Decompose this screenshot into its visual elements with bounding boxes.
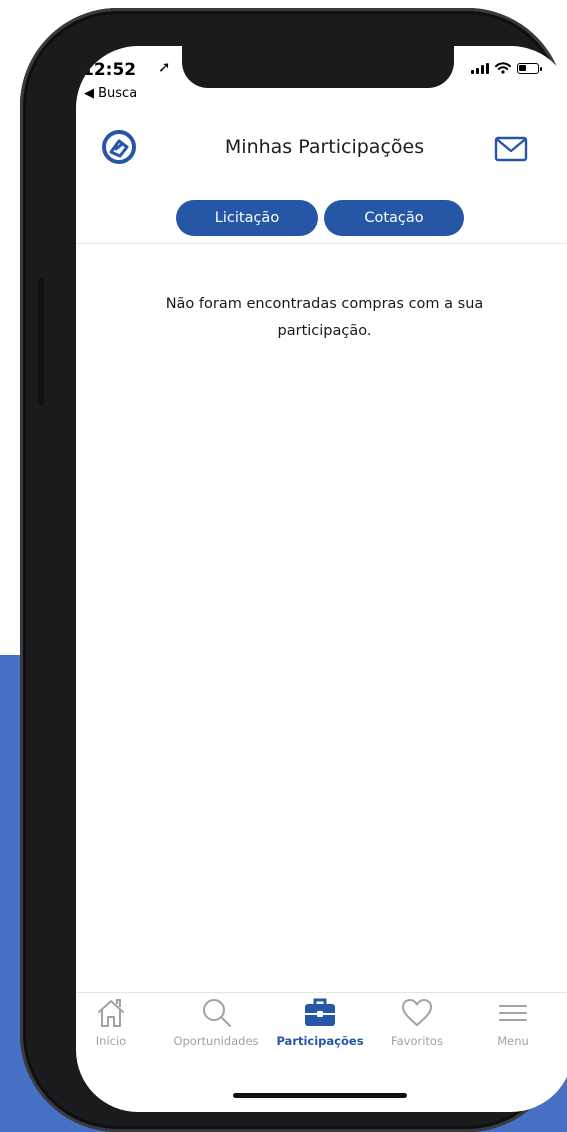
- phone-frame: 12:52 ➚ ◀ Busca Minhas Participações Lic…: [20, 8, 567, 1132]
- tab-bar-item-participacoes[interactable]: Participações: [272, 996, 368, 1048]
- tab-bar-label: Favoritos: [391, 1034, 443, 1048]
- envelope-icon[interactable]: [494, 136, 528, 162]
- empty-state-message: Não foram encontradas compras com a sua …: [165, 296, 484, 339]
- phone-notch: [182, 46, 454, 88]
- tab-licitacao[interactable]: Licitação: [176, 200, 318, 236]
- search-icon: [203, 999, 231, 1027]
- hamburger-menu-icon: [499, 1005, 527, 1021]
- tab-bar-item-menu[interactable]: Menu: [488, 996, 538, 1048]
- bottom-tab-bar: Início Oportunidades Participações Favor…: [76, 996, 567, 1066]
- heart-icon: [402, 999, 432, 1026]
- wifi-icon: [495, 62, 511, 74]
- tab-bar-divider: [76, 992, 567, 993]
- segment-tabs: Licitação Cotação: [176, 200, 464, 236]
- briefcase-icon: [305, 998, 335, 1026]
- app-screen: 12:52 ➚ ◀ Busca Minhas Participações Lic…: [76, 46, 567, 1112]
- signal-icon: [471, 63, 489, 74]
- tab-bar-item-oportunidades[interactable]: Oportunidades: [168, 996, 264, 1048]
- location-arrow-icon: ➚: [158, 58, 171, 76]
- home-icon: [98, 999, 124, 1027]
- tab-bar-item-favoritos[interactable]: Favoritos: [382, 996, 452, 1048]
- tab-bar-label: Menu: [497, 1034, 529, 1048]
- header-divider: [76, 243, 567, 244]
- tab-bar-label: Oportunidades: [173, 1034, 259, 1048]
- status-indicators: [471, 62, 542, 74]
- tab-bar-label: Início: [95, 1034, 127, 1048]
- home-indicator[interactable]: [233, 1093, 407, 1098]
- back-to-search-link[interactable]: ◀ Busca: [84, 86, 137, 101]
- tab-bar-item-inicio[interactable]: Início: [86, 996, 136, 1048]
- battery-icon: [517, 63, 542, 74]
- status-time: 12:52: [82, 60, 137, 80]
- phone-side-button: [38, 278, 44, 406]
- tab-cotacao[interactable]: Cotação: [324, 200, 464, 236]
- tab-bar-label: Participações: [276, 1034, 364, 1048]
